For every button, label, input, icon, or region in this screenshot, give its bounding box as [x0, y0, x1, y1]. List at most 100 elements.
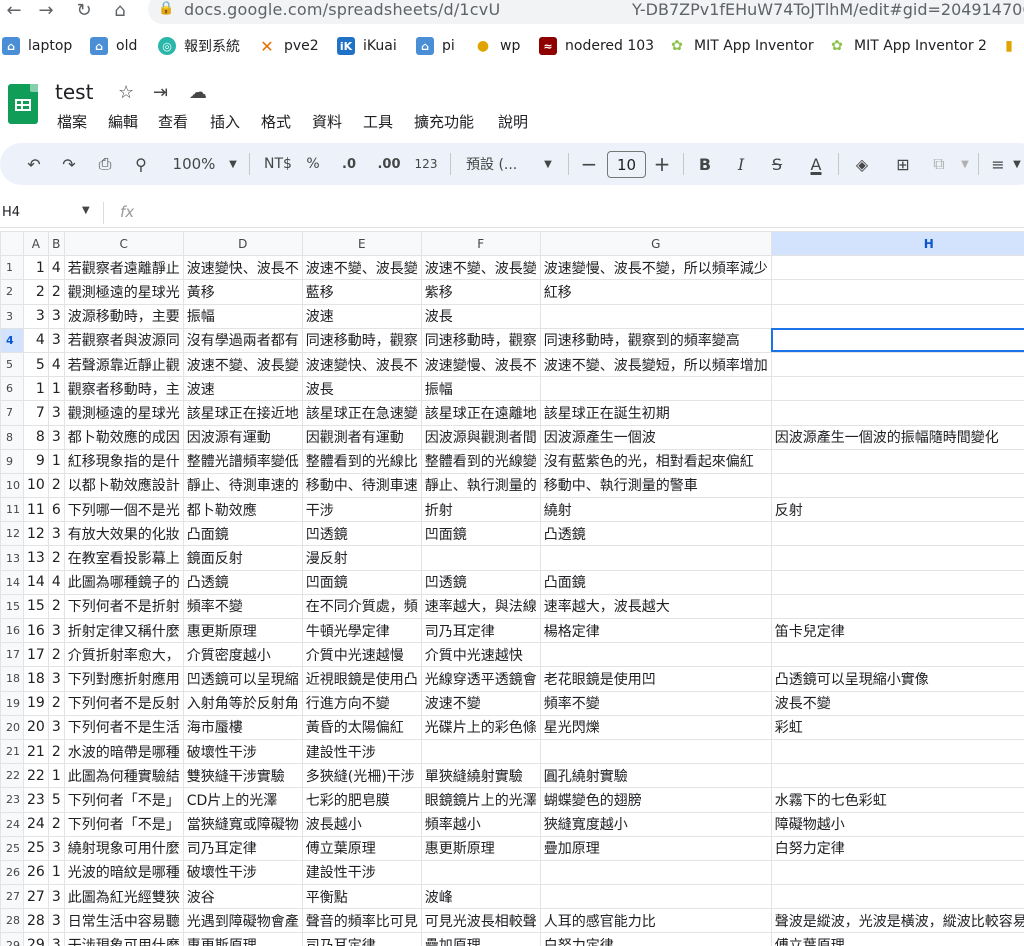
cell-a26[interactable]: 26: [23, 859, 49, 886]
cell-e9[interactable]: 整體看到的光線比: [301, 448, 422, 474]
row-header[interactable]: 10: [0, 472, 24, 499]
cell-c28[interactable]: 日常生活中容易聽: [63, 908, 184, 934]
cell-a10[interactable]: 10: [23, 472, 49, 499]
cell-c11[interactable]: 下列哪一個不是光: [63, 497, 184, 523]
cell-c14[interactable]: 此圖為哪種鏡子的: [63, 569, 184, 595]
cell-f13[interactable]: [420, 545, 541, 571]
cell-g13[interactable]: [539, 545, 772, 571]
cell-b2[interactable]: 2: [47, 279, 65, 305]
cell-f17[interactable]: 介質中光速越快: [420, 642, 541, 668]
cell-c25[interactable]: 繞射現象可用什麼: [63, 835, 184, 861]
cell-c3[interactable]: 波源移動時，主要: [63, 303, 184, 329]
cell-d18[interactable]: 凹透鏡可以呈現縮: [182, 666, 303, 692]
cell-g29[interactable]: 白努力定律: [539, 932, 772, 946]
cell-a11[interactable]: 11: [23, 497, 49, 523]
cell-h2[interactable]: [770, 279, 1024, 305]
cell-h4[interactable]: [770, 327, 1024, 353]
cell-f20[interactable]: 光碟片上的彩色條: [420, 714, 541, 740]
cell-f27[interactable]: 波峰: [420, 884, 541, 910]
cell-e1[interactable]: 波速不變、波長變: [301, 255, 422, 281]
cell-d22[interactable]: 雙狹縫干涉實驗: [182, 763, 303, 789]
row-header[interactable]: 21: [0, 738, 24, 765]
cell-e25[interactable]: 傅立葉原理: [301, 835, 422, 861]
cell-h21[interactable]: [770, 738, 1024, 765]
cell-b11[interactable]: 6: [47, 497, 65, 523]
cell-h28[interactable]: 聲波是縱波，光波是橫波，縱波比較容易產生繞射: [770, 908, 1024, 934]
cell-c21[interactable]: 水波的暗帶是哪種: [63, 738, 184, 765]
cell-d1[interactable]: 波速變快、波長不: [182, 255, 303, 281]
cell-f16[interactable]: 司乃耳定律: [420, 617, 541, 644]
row-header[interactable]: 24: [0, 811, 24, 837]
chevron-down-icon[interactable]: ▼: [958, 150, 972, 178]
row-header[interactable]: 7: [0, 400, 24, 426]
cell-a3[interactable]: 3: [23, 303, 49, 329]
fill-color-icon[interactable]: ◈: [850, 150, 874, 178]
cell-b16[interactable]: 3: [47, 617, 65, 644]
cell-g20[interactable]: 星光閃爍: [539, 714, 772, 740]
cell-g25[interactable]: 疊加原理: [539, 835, 772, 861]
menu-extensions[interactable]: 擴充功能: [414, 111, 474, 132]
align-left-icon[interactable]: ≡: [986, 150, 1010, 178]
cell-e6[interactable]: 波長: [301, 376, 422, 402]
cell-c19[interactable]: 下列何者不是反射: [63, 690, 184, 716]
cell-d14[interactable]: 凸透鏡: [182, 569, 303, 595]
move-folder-icon[interactable]: ⇥: [153, 82, 168, 103]
cell-c27[interactable]: 此圖為紅光經雙狹: [63, 884, 184, 910]
cell-f1[interactable]: 波速不變、波長變: [420, 255, 541, 281]
site-info-icon[interactable]: 🔒: [158, 1, 174, 16]
decrease-font-size-icon[interactable]: −: [579, 150, 599, 178]
merge-cells-icon[interactable]: ⧉: [927, 150, 951, 178]
cell-b23[interactable]: 5: [47, 787, 65, 813]
cell-a21[interactable]: 21: [23, 738, 49, 765]
bookmark-old[interactable]: ⌂ old: [90, 36, 137, 56]
column-header[interactable]: F: [420, 231, 541, 257]
cell-g9[interactable]: 沒有藍紫色的光，相對看起來偏紅: [539, 448, 772, 474]
font-select[interactable]: 預設 (...: [466, 150, 530, 178]
sheets-logo-icon[interactable]: [8, 84, 38, 124]
cell-e4[interactable]: 同速移動時，觀察: [301, 327, 422, 353]
cell-a15[interactable]: 15: [23, 593, 49, 620]
cell-b1[interactable]: 4: [47, 255, 65, 281]
cell-a27[interactable]: 27: [23, 884, 49, 910]
row-header[interactable]: 3: [0, 303, 24, 329]
cell-b10[interactable]: 2: [47, 472, 65, 499]
cell-a4[interactable]: 4: [23, 327, 49, 353]
cell-d7[interactable]: 該星球正在接近地: [182, 400, 303, 426]
cell-b19[interactable]: 2: [47, 690, 65, 716]
more-formats-button[interactable]: 123: [412, 150, 440, 178]
cell-e23[interactable]: 七彩的肥皂膜: [301, 787, 422, 813]
cell-c15[interactable]: 下列何者不是折射: [63, 593, 184, 620]
cell-g24[interactable]: 狹縫寬度越小: [539, 811, 772, 837]
cell-c8[interactable]: 都卜勒效應的成因: [63, 424, 184, 450]
cell-h12[interactable]: [770, 521, 1024, 547]
cell-f25[interactable]: 惠更斯原理: [420, 835, 541, 861]
menu-insert[interactable]: 插入: [210, 111, 240, 132]
cell-g8[interactable]: 因波源產生一個波: [539, 424, 772, 450]
cell-f24[interactable]: 頻率越小: [420, 811, 541, 837]
cell-h19[interactable]: 波長不變: [770, 690, 1024, 716]
cell-c6[interactable]: 觀察者移動時，主: [63, 376, 184, 402]
cell-d11[interactable]: 都卜勒效應: [182, 497, 303, 523]
cell-b7[interactable]: 3: [47, 400, 65, 426]
cell-b26[interactable]: 1: [47, 859, 65, 886]
cell-e24[interactable]: 波長越小: [301, 811, 422, 837]
cell-a28[interactable]: 28: [23, 908, 49, 934]
cell-a14[interactable]: 14: [23, 569, 49, 595]
cell-d10[interactable]: 靜止、待測車速的: [182, 472, 303, 499]
cell-g15[interactable]: 速率越大，波長越大: [539, 593, 772, 620]
row-header[interactable]: 2: [0, 279, 24, 305]
cell-d8[interactable]: 因波源有運動: [182, 424, 303, 450]
cell-e2[interactable]: 藍移: [301, 279, 422, 305]
cell-b18[interactable]: 3: [47, 666, 65, 692]
row-header[interactable]: 13: [0, 545, 24, 571]
row-header[interactable]: 28: [0, 908, 24, 934]
cell-d23[interactable]: CD片上的光澤: [182, 787, 303, 813]
cell-c23[interactable]: 下列何者「不是」: [63, 787, 184, 813]
column-header[interactable]: D: [182, 231, 303, 257]
row-header[interactable]: 26: [0, 859, 24, 886]
cell-h23[interactable]: 水霧下的七色彩虹: [770, 787, 1024, 813]
cell-a7[interactable]: 7: [23, 400, 49, 426]
url-text[interactable]: docs.google.com/spreadsheets/d/1cvU: [184, 0, 500, 19]
document-title[interactable]: test: [55, 80, 93, 104]
cell-e17[interactable]: 介質中光速越慢: [301, 642, 422, 668]
